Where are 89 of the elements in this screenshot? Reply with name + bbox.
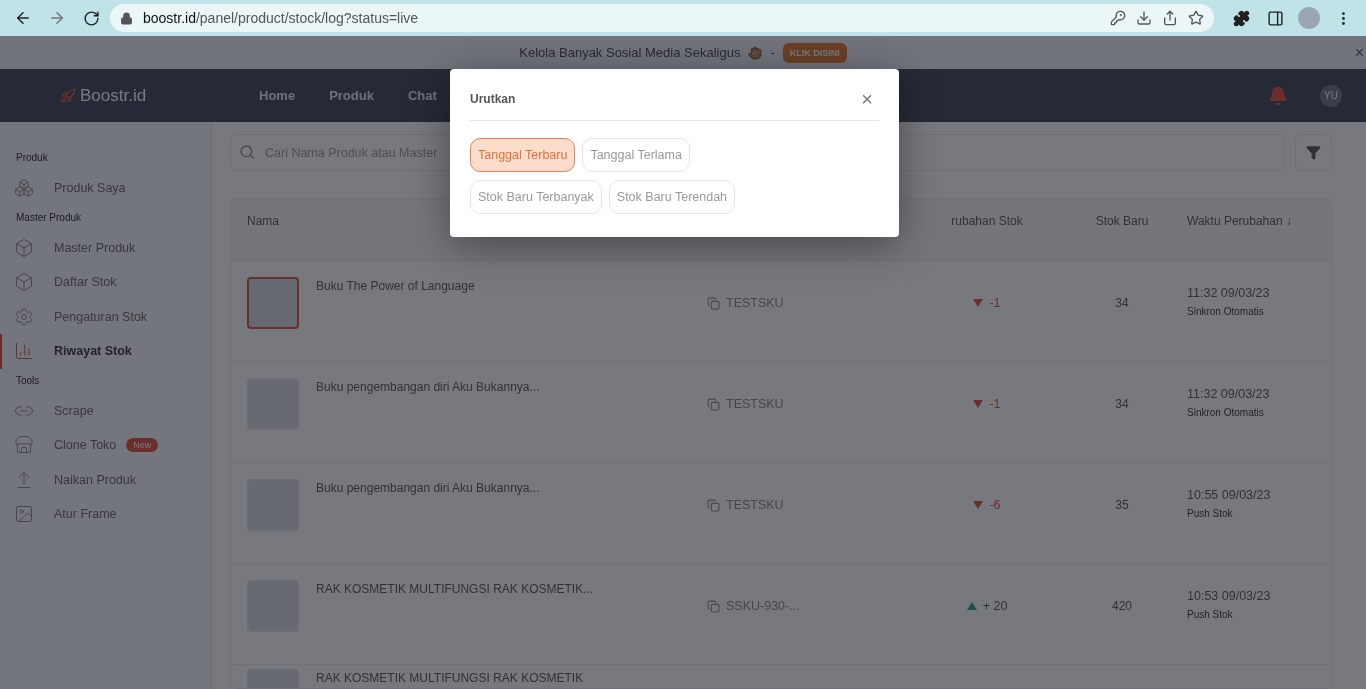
change-source: Sinkron Otomatis bbox=[1187, 407, 1265, 418]
triangle-up-icon bbox=[966, 602, 977, 610]
key-icon[interactable] bbox=[1110, 10, 1126, 26]
product-name[interactable]: Buku pengembangan diri Aku Bukannya... bbox=[316, 479, 540, 495]
separator: - bbox=[770, 45, 775, 60]
change-time: 11:32 09/03/23 bbox=[1187, 387, 1271, 401]
chart-icon bbox=[14, 341, 34, 362]
close-button[interactable]: × bbox=[855, 91, 879, 107]
triangle-down-icon bbox=[973, 501, 984, 509]
address-bar[interactable]: boostr.id/panel/product/stock/log?status=live bbox=[110, 4, 1214, 32]
product-name[interactable]: Buku pengembangan diri Aku Bukannya... bbox=[316, 378, 540, 394]
sidebar-item[interactable]: Naikan Produk bbox=[0, 462, 211, 497]
sidebar-item[interactable]: Atur Frame bbox=[0, 497, 211, 532]
nav-link[interactable]: Home bbox=[259, 88, 296, 103]
new-stock: 34 bbox=[1115, 296, 1129, 310]
dialog-title: Urutkan bbox=[470, 92, 516, 106]
sidebar-label: Scrape bbox=[54, 403, 94, 418]
lock-icon bbox=[120, 11, 133, 25]
sidebar-label: Pengaturan Stok bbox=[54, 309, 148, 324]
sidebar-item[interactable]: Pengaturan Stok bbox=[0, 299, 211, 334]
puzzle-icon[interactable] bbox=[1232, 9, 1250, 27]
change-time: 10:55 09/03/23 bbox=[1187, 488, 1272, 502]
hand-icon bbox=[748, 45, 763, 60]
banner-button[interactable]: KLIK DISINI bbox=[782, 42, 847, 63]
sort-option[interactable]: Tanggal Terlama bbox=[582, 138, 690, 172]
sidebar-item[interactable]: Scrape bbox=[0, 393, 211, 428]
stock-change: -1 bbox=[989, 296, 1001, 310]
stock-change: -1 bbox=[989, 397, 1001, 411]
new-stock: 34 bbox=[1115, 397, 1129, 411]
column-header: rubahan Stok bbox=[950, 213, 1024, 230]
change-source: Push Stok bbox=[1187, 508, 1234, 519]
change-time: 11:32 09/03/23 bbox=[1187, 286, 1271, 300]
side-panel-icon[interactable] bbox=[1266, 9, 1284, 27]
star-icon[interactable] bbox=[1188, 10, 1204, 26]
filter-icon bbox=[1306, 145, 1321, 160]
sort-option[interactable]: Stok Baru Terendah bbox=[608, 180, 736, 214]
product-name[interactable]: RAK KOSMETIK MULTIFUNGSI RAK KOSMETIK... bbox=[316, 580, 594, 596]
search-icon bbox=[239, 144, 255, 160]
sidebar-label: Naikan Produk bbox=[54, 472, 136, 487]
sidebar-label: Atur Frame bbox=[54, 507, 117, 522]
close-button[interactable]: × bbox=[1352, 44, 1366, 62]
column-header: Stok Baru bbox=[1094, 213, 1150, 230]
filter-button[interactable] bbox=[1295, 134, 1332, 171]
nav-link[interactable]: Produk bbox=[329, 88, 374, 103]
column-header[interactable]: Waktu Perubahan ↓ bbox=[1187, 211, 1331, 260]
change-time: 10:53 09/03/23 bbox=[1187, 589, 1272, 603]
sort-option[interactable]: Tanggal Terbaru bbox=[470, 138, 576, 172]
sidebar-item[interactable]: Master Produk bbox=[0, 230, 211, 265]
column-header: Nama bbox=[247, 213, 280, 230]
sidebar-item[interactable]: Riwayat Stok bbox=[0, 334, 211, 369]
sidebar-item[interactable]: Daftar Stok bbox=[0, 265, 211, 300]
back-icon[interactable] bbox=[14, 9, 32, 27]
banner-text: Kelola Banyak Sosial Media Sekaligus bbox=[519, 45, 741, 60]
sidebar-label: Daftar Stok bbox=[54, 275, 117, 290]
product-name[interactable]: Buku The Power of Language bbox=[316, 277, 475, 293]
section-title: Tools bbox=[15, 374, 41, 386]
cubes-icon bbox=[14, 178, 34, 199]
photo-placeholder bbox=[247, 277, 299, 329]
triangle-down-icon bbox=[973, 400, 984, 408]
nav-link[interactable]: Chat bbox=[407, 88, 437, 103]
image-icon bbox=[14, 504, 34, 525]
box-icon bbox=[14, 272, 34, 293]
rocket-icon bbox=[60, 87, 76, 104]
change-source: Sinkron Otomatis bbox=[1187, 306, 1265, 317]
forward-icon[interactable] bbox=[48, 9, 66, 27]
section-title: Master Produk bbox=[15, 211, 83, 223]
logo-text: Boostr.id bbox=[80, 85, 147, 106]
sidebar-item[interactable]: Produk Saya bbox=[0, 171, 211, 206]
sort-option[interactable]: Stok Baru Terbanyak bbox=[470, 180, 602, 214]
new-stock: 420 bbox=[1112, 599, 1132, 613]
sidebar-label: Clone Toko bbox=[54, 438, 117, 453]
sidebar-label: Riwayat Stok bbox=[54, 344, 132, 359]
sidebar-item[interactable]: Clone Toko New bbox=[0, 428, 211, 463]
reload-icon[interactable] bbox=[82, 9, 100, 27]
sidebar-label: Master Produk bbox=[54, 240, 136, 255]
new-stock: 35 bbox=[1115, 498, 1129, 512]
store-icon bbox=[14, 435, 34, 456]
section-title: Produk bbox=[15, 152, 49, 163]
sidebar-label: Produk Saya bbox=[54, 181, 126, 196]
box-icon bbox=[14, 237, 34, 258]
stock-change: -6 bbox=[989, 498, 1001, 512]
share-icon[interactable] bbox=[1162, 10, 1178, 26]
triangle-down-icon bbox=[973, 299, 984, 307]
product-name: RAK KOSMETIK MULTIFUNGSI RAK KOSMETIK bbox=[316, 670, 584, 685]
stock-change: + 20 bbox=[982, 599, 1008, 613]
download-icon[interactable] bbox=[1136, 10, 1152, 26]
settings-icon bbox=[14, 306, 34, 327]
change-source: Push Stok bbox=[1187, 609, 1234, 620]
new-badge: New bbox=[126, 438, 159, 453]
